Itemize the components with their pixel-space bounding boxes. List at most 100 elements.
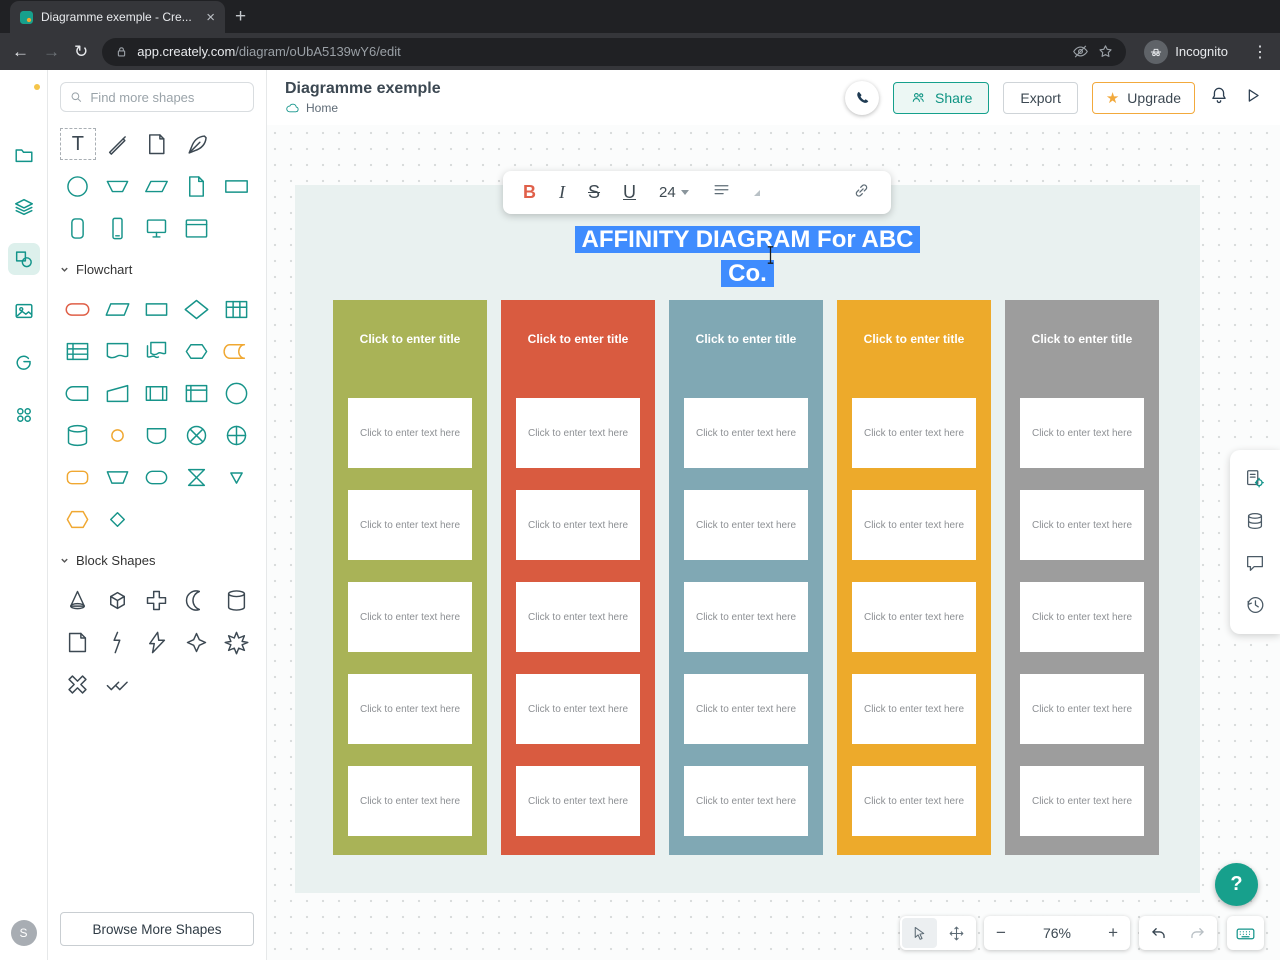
call-button[interactable] — [845, 80, 880, 115]
shape-diamond-small[interactable] — [100, 503, 136, 535]
upgrade-button[interactable]: ★ Upgrade — [1091, 81, 1195, 114]
eye-off-icon[interactable] — [1072, 43, 1089, 60]
affinity-card[interactable]: Click to enter text here — [348, 674, 472, 744]
back-icon[interactable]: ← — [12, 42, 29, 62]
sidebar-item-google[interactable] — [8, 347, 40, 379]
affinity-card[interactable]: Click to enter text here — [1020, 398, 1144, 468]
sidebar-item-apps[interactable] — [8, 399, 40, 431]
shape-double-check[interactable] — [100, 668, 136, 700]
undo-icon[interactable] — [1149, 924, 1168, 943]
bookmark-star-icon[interactable] — [1097, 43, 1114, 60]
affinity-card[interactable]: Click to enter text here — [348, 398, 472, 468]
comment-icon[interactable] — [1244, 552, 1266, 574]
affinity-column[interactable]: Click to enter title Click to enter text … — [837, 300, 991, 855]
affinity-card[interactable]: Click to enter text here — [684, 582, 808, 652]
affinity-card[interactable]: Click to enter text here — [1020, 490, 1144, 560]
affinity-card[interactable]: Click to enter text here — [348, 766, 472, 836]
shape-circle-plus[interactable] — [218, 419, 254, 451]
shape-phone[interactable] — [100, 212, 136, 244]
redo-icon[interactable] — [1188, 924, 1207, 943]
share-button[interactable]: Share — [893, 81, 990, 114]
tab-close-icon[interactable]: × — [206, 9, 215, 26]
shape-cross[interactable] — [139, 584, 175, 616]
shape-burst-8[interactable] — [218, 626, 254, 658]
shape-wide-rect[interactable] — [218, 170, 254, 202]
affinity-card[interactable]: Click to enter text here — [684, 490, 808, 560]
lock-icon[interactable] — [114, 44, 129, 59]
shape-x[interactable] — [60, 668, 96, 700]
shape-lightning-thin[interactable] — [100, 626, 136, 658]
shape-burst-4[interactable] — [179, 626, 215, 658]
breadcrumb-home[interactable]: Home — [306, 101, 338, 115]
shape-display-cup[interactable] — [139, 419, 175, 451]
browser-tab[interactable]: Diagramme exemple - Cre... × — [10, 1, 225, 33]
column-title[interactable]: Click to enter title — [501, 300, 655, 346]
italic-button[interactable]: I — [559, 182, 565, 203]
affinity-card[interactable]: Click to enter text here — [852, 490, 976, 560]
shape-trapezoid[interactable] — [100, 461, 136, 493]
affinity-card[interactable]: Click to enter text here — [516, 766, 640, 836]
underline-button[interactable]: U — [623, 182, 636, 203]
shape-page-tool[interactable] — [139, 128, 175, 160]
shape-search[interactable] — [60, 82, 254, 112]
shape-cube[interactable] — [100, 584, 136, 616]
sidebar-item-folders[interactable] — [8, 139, 40, 171]
shape-manual-input[interactable] — [100, 377, 136, 409]
history-icon[interactable] — [1244, 594, 1266, 616]
affinity-card[interactable]: Click to enter text here — [1020, 766, 1144, 836]
section-flowchart[interactable]: Flowchart — [60, 262, 254, 277]
sidebar-item-layers[interactable] — [8, 191, 40, 223]
shape-rounded-rect[interactable] — [139, 461, 175, 493]
affinity-card[interactable]: Click to enter text here — [516, 674, 640, 744]
affinity-card[interactable]: Click to enter text here — [684, 674, 808, 744]
dropdown-corner-icon[interactable] — [753, 189, 760, 196]
search-input[interactable] — [90, 89, 244, 105]
shape-database[interactable] — [60, 419, 96, 451]
affinity-card[interactable]: Click to enter text here — [516, 582, 640, 652]
present-button[interactable] — [1243, 86, 1262, 110]
shape-browser[interactable] — [179, 212, 215, 244]
affinity-card[interactable]: Click to enter text here — [516, 398, 640, 468]
shape-internal-storage[interactable] — [179, 377, 215, 409]
user-avatar[interactable]: S — [10, 920, 37, 946]
sidebar-item-images[interactable] — [8, 295, 40, 327]
affinity-card[interactable]: Click to enter text here — [1020, 582, 1144, 652]
zoom-out-button[interactable]: − — [996, 923, 1006, 943]
shape-trapezoid-down[interactable] — [100, 170, 136, 202]
new-tab-button[interactable]: + — [235, 6, 246, 28]
creately-logo[interactable] — [10, 84, 38, 119]
shape-lightning-bolt[interactable] — [139, 626, 175, 658]
shape-cylinder[interactable] — [218, 584, 254, 616]
help-button[interactable]: ? — [1215, 863, 1258, 906]
shape-table-header[interactable] — [60, 335, 96, 367]
pan-tool-button[interactable] — [939, 918, 974, 948]
shape-card[interactable] — [60, 626, 96, 658]
shape-pen-tool[interactable] — [100, 128, 136, 160]
url-field[interactable]: app.creately.com/diagram/oUbA5139wY6/edi… — [102, 37, 1127, 66]
align-button[interactable] — [712, 181, 731, 205]
shape-process[interactable] — [139, 293, 175, 325]
affinity-card[interactable]: Click to enter text here — [684, 766, 808, 836]
shape-display[interactable] — [179, 335, 215, 367]
affinity-card[interactable]: Click to enter text here — [684, 398, 808, 468]
shape-big-circle[interactable] — [218, 377, 254, 409]
affinity-card[interactable]: Click to enter text here — [348, 490, 472, 560]
shape-rounded-portrait[interactable] — [60, 212, 96, 244]
affinity-card[interactable]: Click to enter text here — [1020, 674, 1144, 744]
shape-terminator[interactable] — [60, 293, 96, 325]
shape-hourglass[interactable] — [179, 461, 215, 493]
affinity-column[interactable]: Click to enter title Click to enter text … — [1005, 300, 1159, 855]
shape-crescent[interactable] — [179, 584, 215, 616]
strikethrough-button[interactable]: S — [588, 182, 600, 203]
shape-flow-document[interactable] — [100, 335, 136, 367]
column-title[interactable]: Click to enter title — [333, 300, 487, 346]
shape-text-tool[interactable]: T — [60, 128, 96, 160]
browse-more-shapes-button[interactable]: Browse More Shapes — [60, 912, 254, 946]
database-icon[interactable] — [1244, 510, 1266, 532]
page-settings-icon[interactable] — [1244, 468, 1266, 490]
column-title[interactable]: Click to enter title — [669, 300, 823, 346]
affinity-card[interactable]: Click to enter text here — [852, 766, 976, 836]
column-title[interactable]: Click to enter title — [837, 300, 991, 346]
section-block-shapes[interactable]: Block Shapes — [60, 553, 254, 568]
shape-stored-data[interactable] — [218, 335, 254, 367]
